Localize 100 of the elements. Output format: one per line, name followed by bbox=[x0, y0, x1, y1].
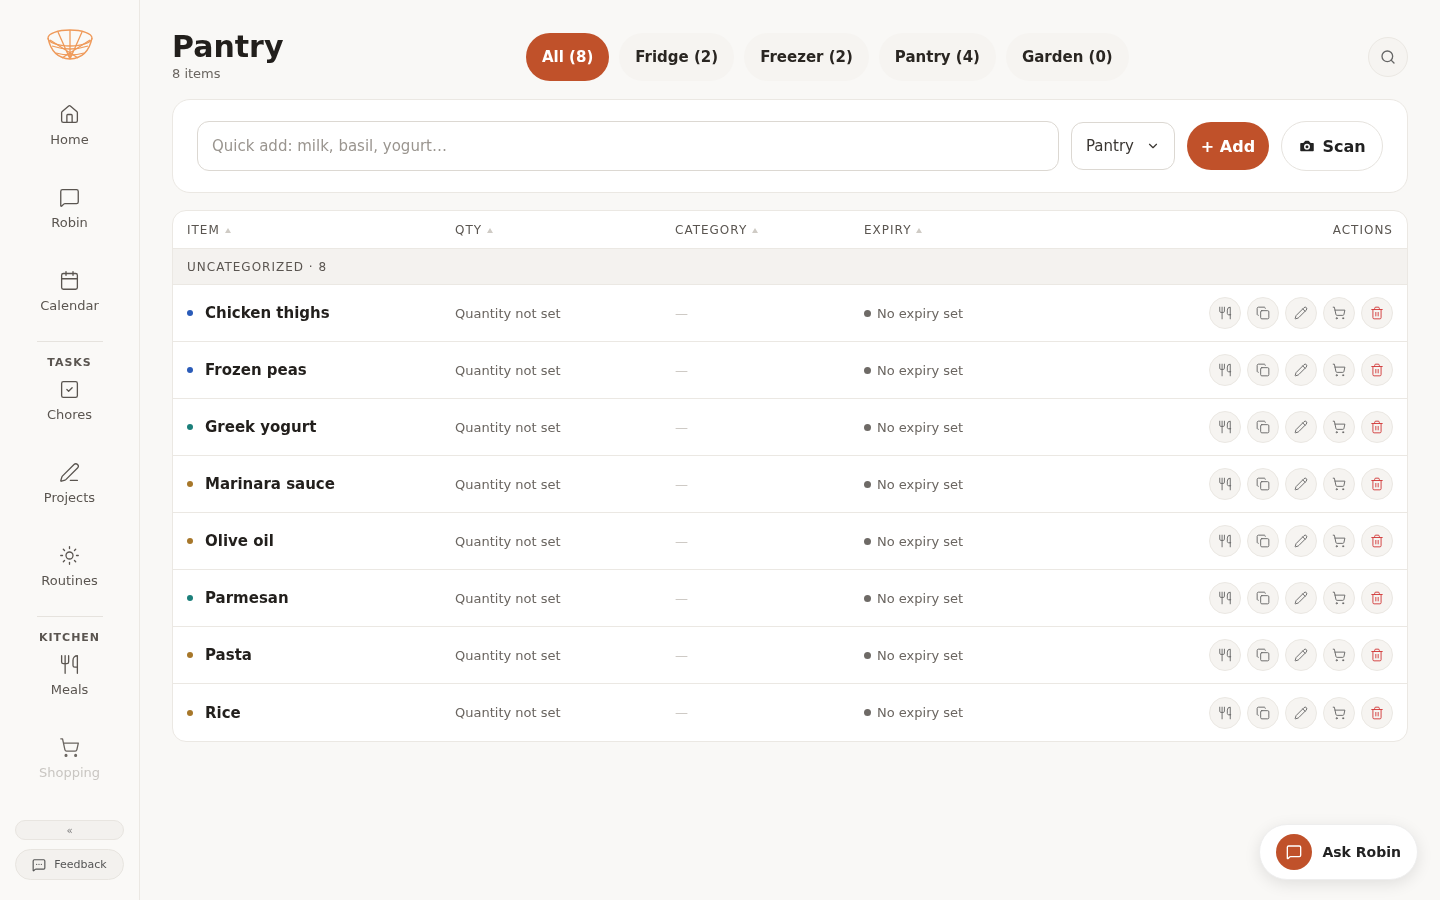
cart-button[interactable] bbox=[1323, 411, 1355, 443]
pencil-icon bbox=[1294, 363, 1308, 377]
pencil-button[interactable] bbox=[1285, 525, 1317, 557]
sidebar-label: Chores bbox=[46, 407, 93, 422]
quantity-cell-text: Quantity not set bbox=[455, 362, 562, 378]
cart-button[interactable] bbox=[1323, 639, 1355, 671]
cart-button[interactable] bbox=[1323, 297, 1355, 329]
column-header[interactable]: ACTIONS bbox=[1332, 222, 1393, 237]
trash-button[interactable] bbox=[1361, 696, 1393, 729]
trash-button[interactable] bbox=[1361, 354, 1393, 386]
column-header[interactable]: EXPIRY bbox=[864, 222, 923, 237]
expiry-cell: No expiry set bbox=[877, 305, 964, 321]
column-header[interactable]: CATEGORY bbox=[675, 222, 759, 237]
fork-knife-icon bbox=[1218, 648, 1232, 662]
scan-button[interactable]: Scan bbox=[1281, 121, 1383, 171]
cart-button[interactable] bbox=[1323, 582, 1355, 614]
copy-icon bbox=[1256, 648, 1270, 662]
column-header[interactable]: ITEM bbox=[187, 222, 231, 237]
fork-knife-button[interactable] bbox=[1209, 411, 1241, 443]
expiry-dot bbox=[864, 366, 871, 374]
trash-button[interactable] bbox=[1361, 468, 1393, 500]
pencil-button[interactable] bbox=[1285, 297, 1317, 329]
item-name: Greek yogurt bbox=[205, 418, 317, 436]
expiry-dot bbox=[864, 423, 871, 431]
sidebar-item[interactable]: Routines bbox=[41, 529, 98, 612]
quick-add-field[interactable]: Quick add: milk, basil, yogurt… bbox=[197, 121, 1059, 171]
cart-button[interactable] bbox=[1323, 525, 1355, 557]
expiry-dot bbox=[864, 480, 871, 488]
sort-icon bbox=[752, 227, 759, 233]
quantity-cell-text: Quantity not set bbox=[455, 419, 562, 435]
search-button[interactable] bbox=[1368, 37, 1408, 77]
fork-knife-button[interactable] bbox=[1209, 297, 1241, 329]
category-cell-text: — bbox=[675, 533, 689, 549]
category-cell-text: — bbox=[675, 705, 689, 720]
cart-button[interactable] bbox=[1323, 354, 1355, 386]
sidebar-label: Projects bbox=[43, 490, 96, 505]
trash-icon bbox=[1370, 591, 1384, 605]
filter-tab[interactable]: Garden (0) bbox=[1005, 33, 1129, 81]
trash-button[interactable] bbox=[1361, 297, 1393, 329]
pencil-button[interactable] bbox=[1285, 468, 1317, 500]
trash-button[interactable] bbox=[1361, 582, 1393, 614]
cart-icon bbox=[1332, 306, 1346, 320]
filter-tab[interactable]: Freezer (2) bbox=[744, 33, 869, 81]
copy-button[interactable] bbox=[1247, 639, 1279, 671]
fork-knife-button[interactable] bbox=[1209, 525, 1241, 557]
fork-knife-button[interactable] bbox=[1209, 639, 1241, 671]
pencil-button[interactable] bbox=[1285, 411, 1317, 443]
copy-button[interactable] bbox=[1247, 468, 1279, 500]
copy-button[interactable] bbox=[1247, 582, 1279, 614]
fork-knife-button[interactable] bbox=[1209, 354, 1241, 386]
sidebar-item[interactable]: Robin bbox=[51, 171, 88, 254]
filter-tab[interactable]: Pantry (4) bbox=[878, 33, 996, 81]
column-header[interactable]: QTY bbox=[455, 222, 494, 237]
fork-knife-button[interactable] bbox=[1209, 696, 1241, 729]
pencil-button[interactable] bbox=[1285, 639, 1317, 671]
copy-button[interactable] bbox=[1247, 411, 1279, 443]
expiry-cell: No expiry set bbox=[877, 362, 964, 378]
pencil-button[interactable] bbox=[1285, 696, 1317, 729]
copy-button[interactable] bbox=[1247, 525, 1279, 557]
copy-button[interactable] bbox=[1247, 297, 1279, 329]
category-cell-text: — bbox=[675, 590, 689, 606]
feedback-button[interactable]: Feedback bbox=[15, 849, 124, 880]
pencil-button[interactable] bbox=[1285, 582, 1317, 614]
trash-button[interactable] bbox=[1361, 525, 1393, 557]
sort-icon bbox=[224, 227, 231, 233]
category-cell-text: — bbox=[675, 476, 689, 492]
trash-button[interactable] bbox=[1361, 411, 1393, 443]
filter-tab[interactable]: All (8) bbox=[526, 33, 610, 81]
collapse-button[interactable]: « bbox=[15, 820, 124, 840]
item-name: Marinara sauce bbox=[205, 475, 335, 493]
fork-knife-icon bbox=[1218, 705, 1232, 720]
filter-tab[interactable]: Fridge (2) bbox=[619, 33, 735, 81]
sidebar-item[interactable]: Home bbox=[50, 88, 89, 171]
sidebar-item[interactable]: Calendar bbox=[40, 254, 99, 337]
cart-icon bbox=[1332, 705, 1346, 720]
add-button[interactable]: + Add bbox=[1187, 122, 1269, 170]
trash-icon bbox=[1370, 306, 1384, 320]
trash-button[interactable] bbox=[1361, 639, 1393, 671]
cart-icon bbox=[1332, 648, 1346, 662]
fork-knife-button[interactable] bbox=[1209, 468, 1241, 500]
expiry-dot bbox=[864, 651, 871, 659]
cart-button[interactable] bbox=[1323, 696, 1355, 729]
copy-icon bbox=[1256, 420, 1270, 434]
fork-knife-button[interactable] bbox=[1209, 582, 1241, 614]
location-dropdown[interactable]: Pantry bbox=[1071, 122, 1175, 170]
quantity-cell-text: Quantity not set bbox=[455, 305, 562, 321]
cart-icon bbox=[1332, 534, 1346, 548]
sun-icon bbox=[59, 545, 80, 566]
pencil-button[interactable] bbox=[1285, 354, 1317, 386]
fork-knife-icon bbox=[1218, 534, 1232, 548]
cart-button[interactable] bbox=[1323, 468, 1355, 500]
expiry-dot bbox=[864, 537, 871, 545]
ask-robin-button[interactable]: Ask Robin bbox=[1259, 824, 1418, 880]
copy-button[interactable] bbox=[1247, 354, 1279, 386]
sidebar-label: Routines bbox=[41, 573, 98, 588]
quantity-cell-text: Quantity not set bbox=[455, 476, 562, 492]
sidebar-label: Home bbox=[50, 132, 89, 147]
sidebar-item[interactable]: Projects bbox=[43, 446, 96, 529]
copy-button[interactable] bbox=[1247, 696, 1279, 729]
trash-icon bbox=[1370, 420, 1384, 434]
